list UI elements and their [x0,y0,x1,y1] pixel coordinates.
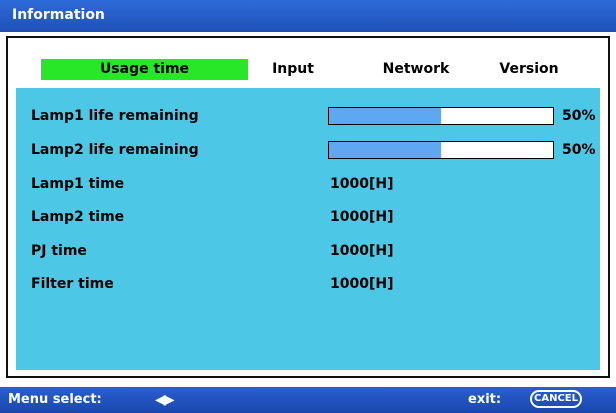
tab-usage-time[interactable]: Usage time [41,59,248,80]
lamp1-time-label: Lamp1 time [31,176,125,192]
footer-bar: Menu select: ◀▶ exit: CANCEL [0,387,616,413]
lamp2-time-row: Lamp2 time 1000[H] [16,206,600,228]
exit-label: exit: [468,392,502,407]
lamp2-time-label: Lamp2 time [31,209,125,225]
lamp2-life-percent: 50% [562,142,596,158]
tab-network[interactable]: Network [376,59,456,80]
cancel-button[interactable]: CANCEL [530,390,582,408]
lamp1-life-row: Lamp1 life remaining 50% [16,105,600,127]
lamp2-life-bar-fill [329,142,441,158]
window-titlebar: Information [0,0,616,32]
lamp2-life-bar [328,141,554,159]
window-title: Information [12,7,105,23]
info-panel: Usage time Input Network Version Lamp1 l… [6,36,610,378]
lamp1-life-bar [328,107,554,125]
lamp2-life-row: Lamp2 life remaining 50% [16,139,600,161]
filter-time-label: Filter time [31,276,114,292]
lamp2-time-value: 1000[H] [330,209,394,225]
left-right-arrows-icon: ◀▶ [155,392,174,408]
tab-input[interactable]: Input [263,59,323,80]
lamp1-life-label: Lamp1 life remaining [31,108,199,124]
lamp1-time-row: Lamp1 time 1000[H] [16,173,600,195]
pj-time-row: PJ time 1000[H] [16,240,600,262]
lamp1-life-bar-fill [329,108,441,124]
pj-time-value: 1000[H] [330,243,394,259]
filter-time-value: 1000[H] [330,276,394,292]
lamp1-life-percent: 50% [562,108,596,124]
usage-content: Lamp1 life remaining 50% Lamp2 life rema… [16,88,600,370]
lamp1-time-value: 1000[H] [330,176,394,192]
filter-time-row: Filter time 1000[H] [16,273,600,295]
tab-version[interactable]: Version [494,59,564,80]
lamp2-life-label: Lamp2 life remaining [31,142,199,158]
pj-time-label: PJ time [31,243,87,259]
menu-select-label: Menu select: [8,392,102,407]
tab-bar: Usage time Input Network Version [8,38,608,88]
